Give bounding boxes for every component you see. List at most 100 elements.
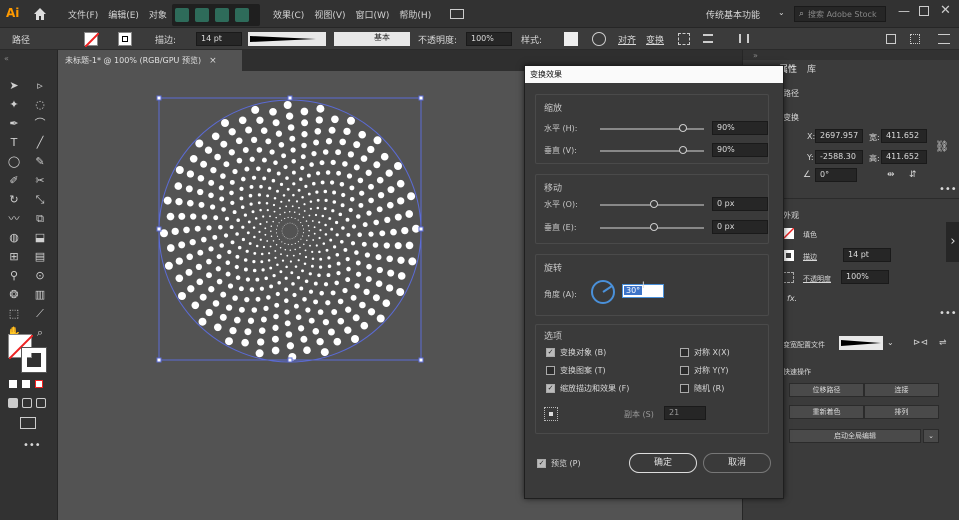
resize-handle[interactable]	[418, 95, 424, 101]
arrange-documents-icon[interactable]	[450, 9, 464, 19]
stroke-weight-field[interactable]: 14 pt	[196, 32, 242, 46]
pen-tool-icon[interactable]: ✒	[6, 116, 22, 132]
zoom-tool-icon[interactable]: ⌕	[32, 325, 48, 341]
paintbrush-icon[interactable]: ✎	[32, 154, 48, 170]
angle-field[interactable]: 0°	[815, 168, 857, 182]
transform-objects-option[interactable]: ✓ 变换对象 (B)	[546, 347, 606, 358]
close-tab-icon[interactable]: ×	[209, 56, 217, 66]
collapse-panels-icon[interactable]: »	[753, 51, 758, 60]
scale-v-field[interactable]: 90%	[712, 143, 768, 157]
reflect-y-checkbox[interactable]	[680, 366, 689, 375]
minimize-icon[interactable]: —	[898, 4, 910, 18]
menu-view[interactable]: 视图(V)	[314, 8, 345, 21]
reflect-y-option[interactable]: 对称 Y(Y)	[680, 365, 729, 376]
warp-icon[interactable]: 〰	[6, 211, 22, 227]
shape-builder-icon[interactable]: ◍	[6, 230, 22, 246]
transform-link[interactable]: 变换	[646, 33, 664, 46]
maximize-icon[interactable]	[919, 6, 929, 16]
screen-mode-icon[interactable]	[20, 417, 36, 429]
ellipse-tool-icon[interactable]: ◯	[6, 154, 22, 170]
global-edit-dropdown-icon[interactable]: ⌄	[923, 429, 939, 443]
more-appearance-icon[interactable]: •••	[939, 308, 957, 319]
scale-h-field[interactable]: 90%	[712, 121, 768, 135]
copies-field[interactable]: 21	[664, 406, 706, 420]
stroke-swatch[interactable]	[118, 32, 132, 46]
layers-icon[interactable]	[235, 8, 249, 22]
y-field[interactable]: -2588.30	[815, 150, 863, 164]
column-graph-icon[interactable]: ▥	[32, 287, 48, 303]
document-tab[interactable]: 未标题-1* @ 100% (RGB/GPU 预览) ×	[58, 50, 242, 71]
scale-h-slider[interactable]	[600, 128, 704, 130]
mesh-icon[interactable]: ⊞	[6, 249, 22, 265]
transform-patterns-option[interactable]: 变换图案 (T)	[546, 365, 606, 376]
grid-icon[interactable]	[175, 8, 189, 22]
free-transform-icon[interactable]: ⧉	[32, 211, 48, 227]
resize-handle[interactable]	[287, 357, 293, 363]
fill-label[interactable]: 填色	[803, 230, 817, 240]
workspace-switcher[interactable]: 传统基本功能	[706, 8, 760, 21]
scale-h-thumb[interactable]	[679, 124, 688, 132]
shaper-icon[interactable]: ✐	[6, 173, 22, 189]
close-window-icon[interactable]: ✕	[940, 3, 951, 18]
x-field[interactable]: 2697.957	[815, 129, 863, 143]
preview-option[interactable]: ✓ 预览 (P)	[537, 458, 581, 469]
type-tool-icon[interactable]: T	[6, 135, 22, 151]
reset-profile-icon[interactable]: ⇌	[939, 338, 947, 348]
flip-profile-icon[interactable]: ⊳⊲	[913, 338, 928, 348]
menu-effect[interactable]: 效果(C)	[273, 8, 304, 21]
magic-wand-icon[interactable]: ✦	[6, 97, 22, 113]
link-proportions-icon[interactable]: ⛓	[935, 140, 949, 153]
resize-handle[interactable]	[287, 95, 293, 101]
collapse-icon[interactable]: «	[4, 54, 9, 63]
selection-tool-icon[interactable]: ➤	[6, 78, 22, 94]
menu-window[interactable]: 窗口(W)	[356, 8, 390, 21]
resize-handle[interactable]	[418, 226, 424, 232]
align-vertical-icon[interactable]	[739, 34, 749, 43]
menu-file[interactable]: 文件(F)	[68, 8, 98, 21]
more-transform-icon[interactable]: •••	[939, 184, 957, 195]
curvature-icon[interactable]: ⌒	[32, 116, 48, 132]
arrange-icon[interactable]	[910, 34, 920, 44]
move-v-field[interactable]: 0 px	[712, 220, 768, 234]
move-h-field[interactable]: 0 px	[712, 197, 768, 211]
isolate-icon[interactable]	[678, 33, 690, 45]
scale-strokes-option[interactable]: ✓ 缩放描边和效果 (F)	[546, 383, 629, 394]
scale-tool-icon[interactable]: ⤡	[32, 192, 48, 208]
slice-icon[interactable]: ⟋	[32, 306, 48, 322]
panel-options-icon[interactable]	[886, 34, 896, 44]
join-button[interactable]: 连接	[864, 383, 939, 397]
angle-dial[interactable]	[590, 279, 616, 305]
line-tool-icon[interactable]: ╱	[32, 135, 48, 151]
color-icon[interactable]	[9, 380, 17, 388]
scale-v-thumb[interactable]	[679, 146, 688, 154]
resize-handle[interactable]	[418, 357, 424, 363]
align-link[interactable]: 对齐	[618, 33, 636, 46]
flip-horizontal-icon[interactable]: ⇹	[887, 170, 895, 180]
lasso-icon[interactable]: ◌	[32, 97, 48, 113]
dialog-title[interactable]: 变换效果	[525, 66, 783, 83]
profile-preview[interactable]	[839, 336, 883, 350]
variable-width-profile[interactable]	[248, 32, 326, 46]
stroke-color-box[interactable]	[21, 347, 47, 373]
stroke-weight-panel-field[interactable]: 14 pt	[843, 248, 891, 262]
reference-point-icon[interactable]	[544, 407, 558, 421]
global-edit-button[interactable]: 启动全局编辑	[789, 429, 921, 443]
move-v-thumb[interactable]	[650, 223, 659, 231]
opacity-field[interactable]: 100%	[466, 32, 512, 46]
arrange-icon[interactable]	[195, 8, 209, 22]
random-checkbox[interactable]	[680, 384, 689, 393]
cancel-button[interactable]: 取消	[703, 453, 771, 473]
h-field[interactable]: 411.652	[881, 150, 927, 164]
perspective-icon[interactable]: ⬓	[32, 230, 48, 246]
scissors-icon[interactable]: ✂	[32, 173, 48, 189]
resize-handle[interactable]	[156, 226, 162, 232]
opacity-label[interactable]: 不透明度:	[418, 33, 457, 46]
recolor-button[interactable]: 重新着色	[789, 405, 864, 419]
draw-behind-icon[interactable]	[22, 398, 32, 408]
stock-search[interactable]: ⌕ 搜索 Adobe Stock	[794, 6, 886, 22]
tab-libraries[interactable]: 库	[807, 62, 816, 75]
blend-icon[interactable]: ⊙	[32, 268, 48, 284]
ok-button[interactable]: 确定	[629, 453, 697, 473]
scale-strokes-checkbox[interactable]: ✓	[546, 384, 555, 393]
transform-objects-checkbox[interactable]: ✓	[546, 348, 555, 357]
